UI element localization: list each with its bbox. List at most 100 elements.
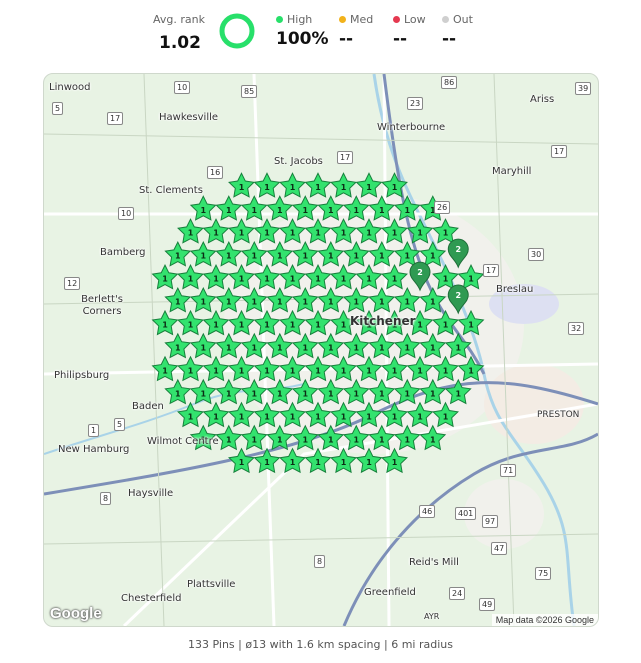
rank-pin[interactable]: 1 (228, 218, 255, 244)
pin-rank-label: 1 (302, 435, 308, 444)
high-dot-icon (276, 16, 283, 23)
pin-rank-label: 1 (328, 252, 334, 261)
google-logo[interactable]: Google (50, 605, 102, 622)
pin-rank-label: 1 (251, 252, 257, 261)
rank-pin[interactable]: 1 (228, 172, 255, 198)
pin-rank-label: 1 (251, 343, 257, 352)
rank-pin[interactable]: 1 (164, 378, 192, 405)
route-shield: 97 (482, 515, 499, 528)
pin-rank-label: 1 (417, 366, 423, 375)
rank-pin[interactable]: 1 (266, 195, 294, 221)
pin-rank-label: 1 (341, 366, 347, 375)
pin-rank-label: 1 (353, 389, 359, 398)
map-attribution[interactable]: Map data ©2026 Google (491, 614, 598, 626)
pin-rank-label: 1 (302, 252, 308, 261)
pin-rank-label: 1 (341, 458, 347, 467)
rank-pin[interactable]: 1 (177, 218, 204, 244)
route-shield: 5 (114, 418, 126, 431)
rank-pin[interactable]: 1 (240, 195, 268, 221)
pin-rank-label: 1 (264, 366, 270, 375)
pin-rank-label: 1 (315, 412, 321, 421)
rank-pin[interactable]: 1 (164, 332, 192, 359)
rank-pin[interactable]: 1 (202, 401, 230, 428)
pin-rank-label: 1 (392, 458, 398, 467)
pin-rank-label: 1 (341, 183, 347, 192)
pin-rank-label: 2 (455, 291, 461, 300)
pin-rank-label: 1 (328, 206, 334, 215)
pin-rank-label: 1 (353, 298, 359, 307)
rank-pin[interactable]: 1 (215, 378, 243, 405)
route-shield: 24 (449, 587, 466, 600)
rank-pin[interactable]: 1 (151, 309, 179, 336)
rank-pin[interactable]: 1 (189, 240, 217, 267)
place-label: Reid's Mill (409, 557, 459, 568)
pin-rank-label: 1 (277, 389, 283, 398)
place-label: Chesterfield (121, 593, 182, 604)
rank-pin[interactable]: 1 (202, 263, 230, 290)
rank-pin[interactable]: 1 (189, 195, 217, 221)
rank-pin[interactable]: 1 (189, 332, 217, 359)
pin-rank-label: 1 (379, 343, 385, 352)
rank-pin[interactable]: 1 (279, 447, 306, 474)
rank-pin[interactable]: 1 (215, 195, 243, 221)
high-percent-value: 100% (276, 29, 329, 49)
place-label: PRESTON (537, 410, 580, 420)
pin-rank-label: 1 (328, 343, 334, 352)
rank-pin[interactable]: 1 (151, 355, 179, 382)
rank-pin[interactable]: 1 (330, 172, 357, 198)
pin-rank-label: 1 (162, 366, 168, 375)
place-label: St. Clements (139, 185, 203, 196)
pin-rank-label: 1 (290, 275, 296, 284)
pin-rank-label: 1 (264, 229, 270, 238)
pin-rank-label: 1 (328, 435, 334, 444)
pin-rank-label: 1 (200, 206, 206, 215)
rank-pin[interactable]: 1 (279, 172, 306, 198)
place-label: Bamberg (100, 247, 146, 258)
pin-rank-label: 1 (417, 412, 423, 421)
rank-pin[interactable]: 1 (215, 424, 243, 451)
pin-rank-label: 1 (468, 275, 474, 284)
route-shield: 12 (64, 277, 81, 290)
ring-progress (219, 13, 255, 49)
legend-med: Med (339, 13, 373, 26)
rank-pin[interactable]: 1 (164, 240, 192, 267)
place-label: Greenfield (364, 587, 416, 598)
rank-pin[interactable]: 1 (228, 401, 255, 428)
rank-pin[interactable]: 1 (355, 172, 383, 198)
rank-pin[interactable]: 1 (228, 447, 255, 474)
out-dot-icon (442, 16, 449, 23)
pin-rank-label: 2 (417, 268, 423, 277)
pin-rank-label: 1 (341, 275, 347, 284)
rank-pin[interactable]: 1 (202, 355, 230, 382)
rank-pin[interactable]: 1 (177, 263, 204, 290)
rank-pin[interactable]: 1 (189, 378, 217, 405)
pin-rank-label: 1 (455, 343, 461, 352)
pin-rank-label: 1 (239, 275, 245, 284)
rank-pin[interactable]: 1 (240, 424, 268, 451)
pin-rank-label: 1 (302, 298, 308, 307)
pin-rank-label: 1 (341, 229, 347, 238)
rank-pin[interactable]: 1 (177, 309, 204, 336)
pin-rank-label: 2 (455, 245, 461, 254)
rank-pin[interactable]: 1 (215, 240, 243, 267)
rank-grid-map[interactable]: 1111111111111111111111111111111111111112… (43, 73, 599, 627)
rank-pin[interactable]: 1 (189, 286, 217, 313)
pin-rank-label: 1 (404, 298, 410, 307)
rank-pin[interactable]: 1 (202, 218, 230, 244)
route-shield: 1 (88, 424, 100, 437)
rank-pin[interactable]: 1 (177, 355, 204, 382)
pin-rank-label: 1 (443, 229, 449, 238)
pin-rank-label: 1 (404, 389, 410, 398)
pin-rank-label: 1 (379, 435, 385, 444)
rank-pin[interactable]: 1 (304, 172, 332, 198)
pin-rank-label: 1 (200, 343, 206, 352)
place-label: Maryhill (492, 166, 532, 177)
pin-rank-label: 1 (226, 298, 232, 307)
pin-rank-label: 1 (468, 321, 474, 330)
rank-pin[interactable]: 1 (151, 263, 179, 290)
pin-rank-label: 1 (341, 412, 347, 421)
rank-pin[interactable]: 1 (177, 401, 204, 428)
pin-rank-label: 1 (430, 298, 436, 307)
route-shield: 10 (118, 207, 135, 220)
rank-pin[interactable]: 1 (164, 286, 192, 313)
